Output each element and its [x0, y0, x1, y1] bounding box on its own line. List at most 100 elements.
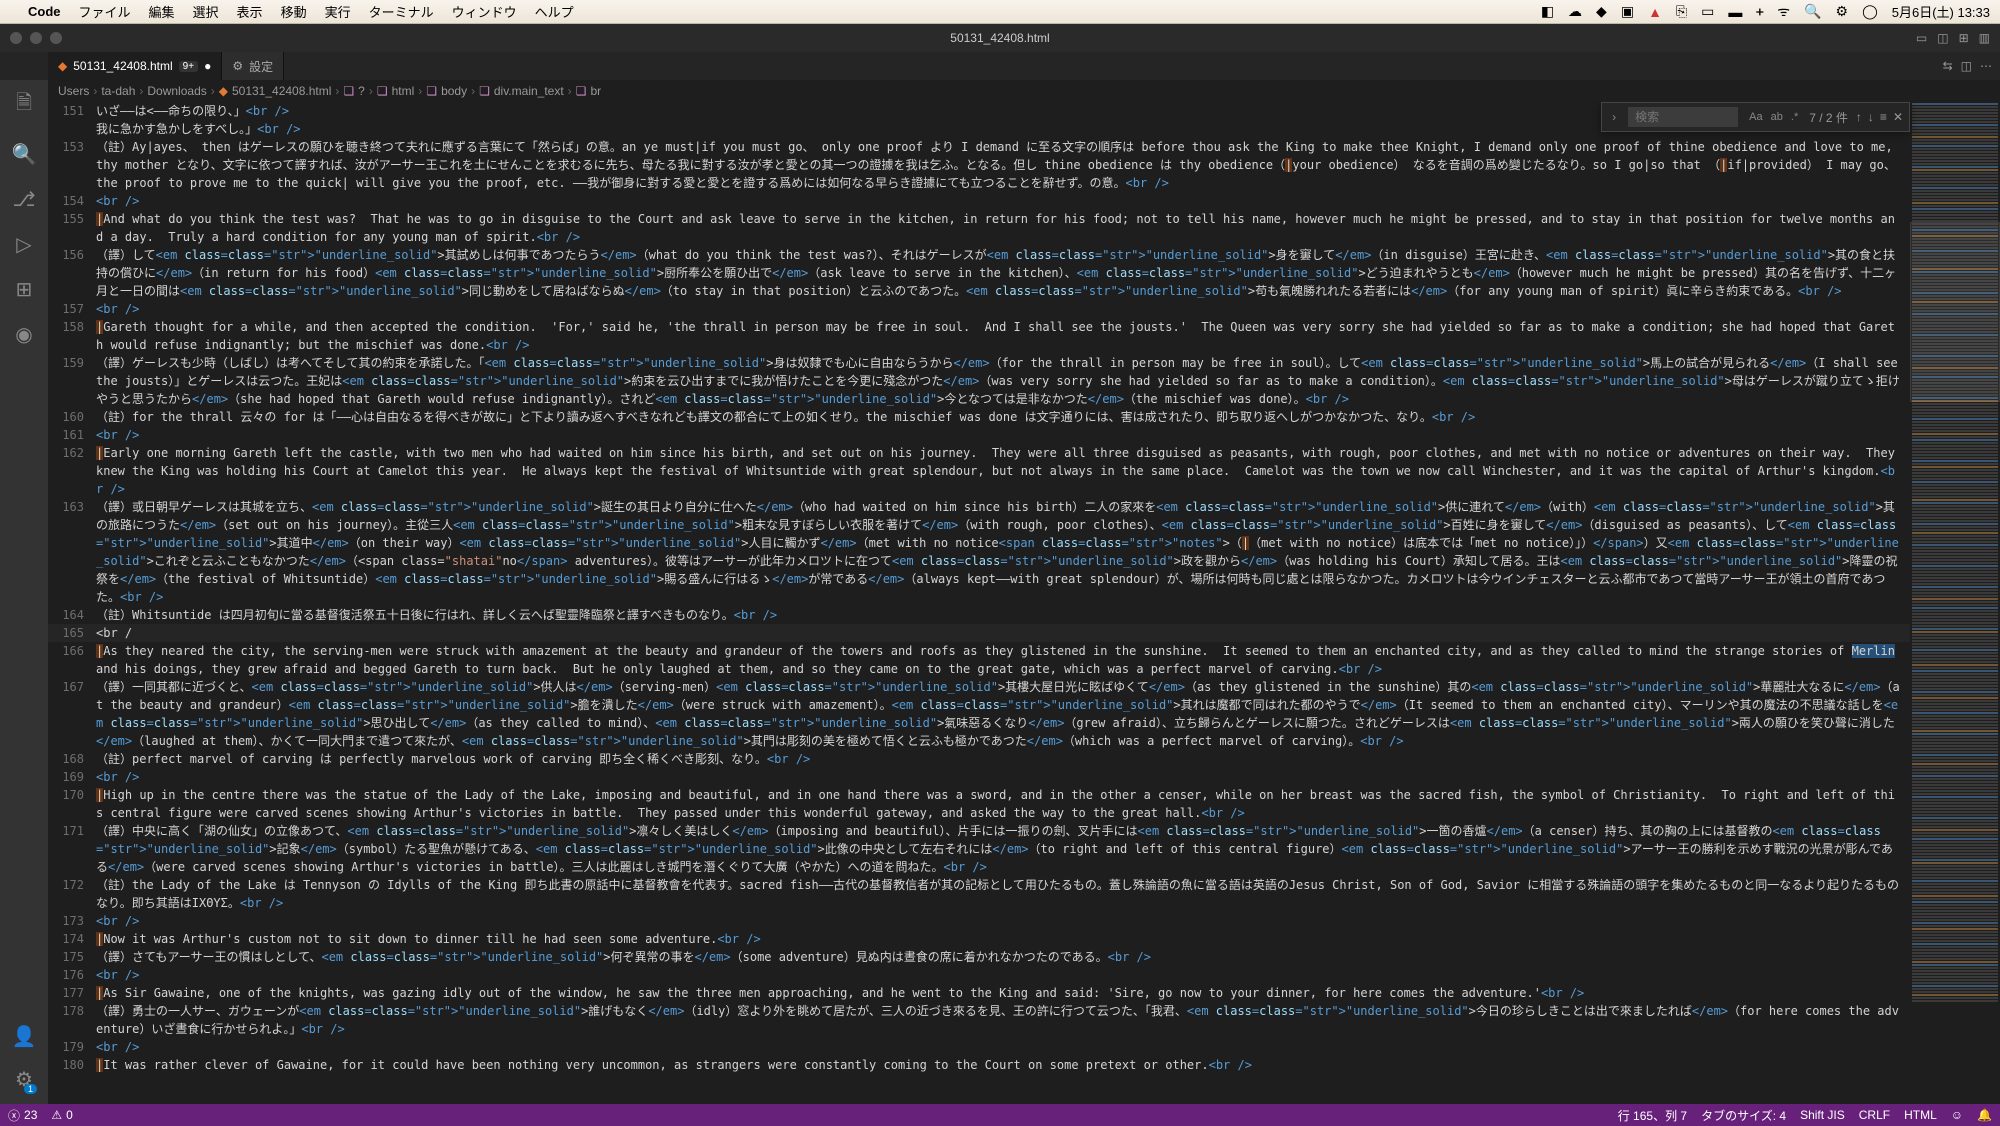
menu-window[interactable]: ウィンドウ — [452, 2, 517, 21]
menu-select[interactable]: 選択 — [193, 2, 219, 21]
status-encoding[interactable]: Shift JIS — [1800, 1108, 1845, 1122]
layout-icon[interactable]: ▭ — [1916, 31, 1927, 45]
code-line[interactable]: 172（註）the Lady of the Lake は Tennyson の … — [48, 876, 1910, 912]
minimap[interactable] — [1910, 102, 2000, 1104]
crumb[interactable]: ta-dah — [101, 84, 135, 98]
status-icon[interactable]: ▭ — [1701, 3, 1714, 20]
gear-icon[interactable]: ⚙ — [15, 1067, 33, 1092]
status-eol[interactable]: CRLF — [1859, 1108, 1890, 1122]
code-line[interactable]: 179<br /> — [48, 1038, 1910, 1056]
status-lang[interactable]: HTML — [1904, 1108, 1937, 1122]
status-feedback-icon[interactable]: ☺ — [1951, 1108, 1963, 1122]
control-center-icon[interactable]: ⚙ — [1836, 3, 1849, 20]
menu-run[interactable]: 実行 — [325, 2, 351, 21]
status-tabsize[interactable]: タブのサイズ: 4 — [1701, 1107, 1786, 1124]
explorer-icon[interactable]: 🗎 — [16, 88, 32, 122]
crumb[interactable]: br — [590, 84, 601, 98]
find-next-icon[interactable]: ↓ — [1868, 110, 1874, 124]
code-line[interactable]: 155|And what do you think the test was? … — [48, 210, 1910, 246]
code-line[interactable]: 163（譯）或日朝早ゲーレスは其城を立ち、<em class=class="st… — [48, 498, 1910, 606]
status-warnings[interactable]: ⚠ 0 — [51, 1108, 72, 1122]
code-line[interactable]: 174|Now it was Arthur's custom not to si… — [48, 930, 1910, 948]
code-line[interactable]: 159（譯）ゲーレスも少時（しばし）は考へてそして其の約束を承諾した。「<em … — [48, 354, 1910, 408]
tab-settings[interactable]: ⚙ 設定 — [222, 52, 284, 80]
code-line[interactable]: 167（譯）一同其都に近づくと、<em class=class="str">"u… — [48, 678, 1910, 750]
split-icon[interactable]: ◫ — [1961, 59, 1972, 73]
menu-app[interactable]: Code — [28, 4, 61, 19]
layout-icon[interactable]: ◫ — [1937, 31, 1948, 45]
crumb[interactable]: ? — [358, 84, 365, 98]
breadcrumbs[interactable]: Users› ta-dah› Downloads› ◆50131_42408.h… — [48, 80, 2000, 102]
status-icon[interactable]: ⎘ — [1676, 3, 1687, 20]
menu-terminal[interactable]: ターミナル — [369, 2, 434, 21]
code-line[interactable]: 157<br /> — [48, 300, 1910, 318]
code-line[interactable]: 162|Early one morning Gareth left the ca… — [48, 444, 1910, 498]
find-in-selection-icon[interactable]: ≡ — [1880, 110, 1887, 124]
menu-help[interactable]: ヘルプ — [535, 2, 574, 21]
code-line[interactable]: 164（註）Whitsuntide は四月初旬に當る基督復活祭五十日後に行はれ、… — [48, 606, 1910, 624]
code-line[interactable]: 178（譯）勇士の一人サー、ガウェーンが<em class=class="str… — [48, 1002, 1910, 1038]
crumb[interactable]: html — [392, 84, 415, 98]
status-icon[interactable]: ᚐ — [1756, 3, 1763, 20]
code-line[interactable]: 165<br / — [48, 624, 1910, 642]
find-toggle-replace[interactable]: › — [1608, 110, 1620, 124]
more-icon[interactable]: ⋯ — [1980, 59, 1992, 73]
code-line[interactable]: 154<br /> — [48, 192, 1910, 210]
search-icon[interactable]: 🔍 — [12, 142, 37, 167]
minimap-viewport[interactable] — [1910, 222, 2000, 402]
code-line[interactable]: 166|As they neared the city, the serving… — [48, 642, 1910, 678]
code-line[interactable]: 160（註）for the thrall 云々の for は「――心は自由なるを… — [48, 408, 1910, 426]
crumb[interactable]: 50131_42408.html — [232, 84, 331, 98]
crumb[interactable]: Downloads — [147, 84, 206, 98]
code-line[interactable]: 177|As Sir Gawaine, one of the knights, … — [48, 984, 1910, 1002]
code-line[interactable]: 169<br /> — [48, 768, 1910, 786]
layout-icon[interactable]: ⊞ — [1959, 31, 1969, 45]
code-line[interactable]: 171（譯）中央に高く「湖の仙女」の立像あつて、<em class=class=… — [48, 822, 1910, 876]
find-prev-icon[interactable]: ↑ — [1856, 110, 1862, 124]
menu-go[interactable]: 移動 — [281, 2, 307, 21]
remote-icon[interactable]: ◉ — [15, 322, 32, 347]
extensions-icon[interactable]: ⊞ — [16, 277, 33, 302]
code-line[interactable]: 161<br /> — [48, 426, 1910, 444]
layout-icon[interactable]: ▥ — [1979, 31, 1990, 45]
code-line[interactable]: 176<br /> — [48, 966, 1910, 984]
code-line[interactable]: 173<br /> — [48, 912, 1910, 930]
menu-view[interactable]: 表示 — [237, 2, 263, 21]
find-input[interactable] — [1628, 107, 1738, 127]
match-case-icon[interactable]: Aa — [1746, 110, 1765, 124]
code-line[interactable]: 175（譯）さてもアーサー王の慣はしとして、<em class=class="s… — [48, 948, 1910, 966]
status-bell-icon[interactable]: 🔔 — [1977, 1108, 1992, 1122]
code-line[interactable]: 158|Gareth thought for a while, and then… — [48, 318, 1910, 354]
status-icon[interactable]: ◧ — [1541, 3, 1554, 20]
close-icon[interactable]: ✕ — [1893, 110, 1903, 124]
status-cursor[interactable]: 行 165、列 7 — [1618, 1107, 1687, 1124]
menu-edit[interactable]: 編集 — [149, 2, 175, 21]
status-icon[interactable]: ▣ — [1621, 3, 1634, 20]
match-word-icon[interactable]: ab — [1768, 110, 1786, 124]
status-errors[interactable]: ⓧ 23 — [8, 1107, 37, 1124]
menubar-clock[interactable]: 5月6日(土) 13:33 — [1892, 2, 1990, 21]
wifi-icon[interactable]: ᯤ — [1777, 2, 1790, 21]
debug-icon[interactable]: ▷ — [16, 232, 31, 257]
tab-active[interactable]: ◆ 50131_42408.html 9+ ● — [48, 52, 222, 80]
status-icon[interactable]: ◆ — [1596, 3, 1607, 20]
search-icon[interactable]: 🔍 — [1804, 3, 1821, 20]
crumb[interactable]: div.main_text — [494, 84, 564, 98]
crumb[interactable]: body — [441, 84, 467, 98]
crumb[interactable]: Users — [58, 84, 89, 98]
account-icon[interactable]: 👤 — [12, 1024, 37, 1049]
code-line[interactable]: 180|It was rather clever of Gawaine, for… — [48, 1056, 1910, 1074]
regex-icon[interactable]: .* — [1788, 110, 1801, 124]
code-line[interactable]: 168（註）perfect marvel of carving は perfec… — [48, 750, 1910, 768]
status-icon[interactable]: ☁ — [1568, 3, 1582, 20]
code-line[interactable]: 156（譯）して<em class=class="str">"underline… — [48, 246, 1910, 300]
battery-icon[interactable]: ▬ — [1728, 4, 1742, 20]
source-control-icon[interactable]: ⎇ — [12, 187, 35, 212]
status-icon[interactable]: ▲ — [1648, 4, 1662, 20]
code-line[interactable]: 153（註）Ay|ayes、 then はゲーレスの願ひを聴き終つて夫れに應ずる… — [48, 138, 1910, 192]
traffic-lights[interactable] — [10, 32, 62, 44]
siri-icon[interactable]: ◯ — [1862, 3, 1878, 20]
code-line[interactable]: 170|High up in the centre there was the … — [48, 786, 1910, 822]
menu-file[interactable]: ファイル — [79, 2, 131, 21]
editor-content[interactable]: 151いざ――は<――命ちの限り、」<br />我に急かす急かしをすべし。」<b… — [48, 102, 1910, 1104]
